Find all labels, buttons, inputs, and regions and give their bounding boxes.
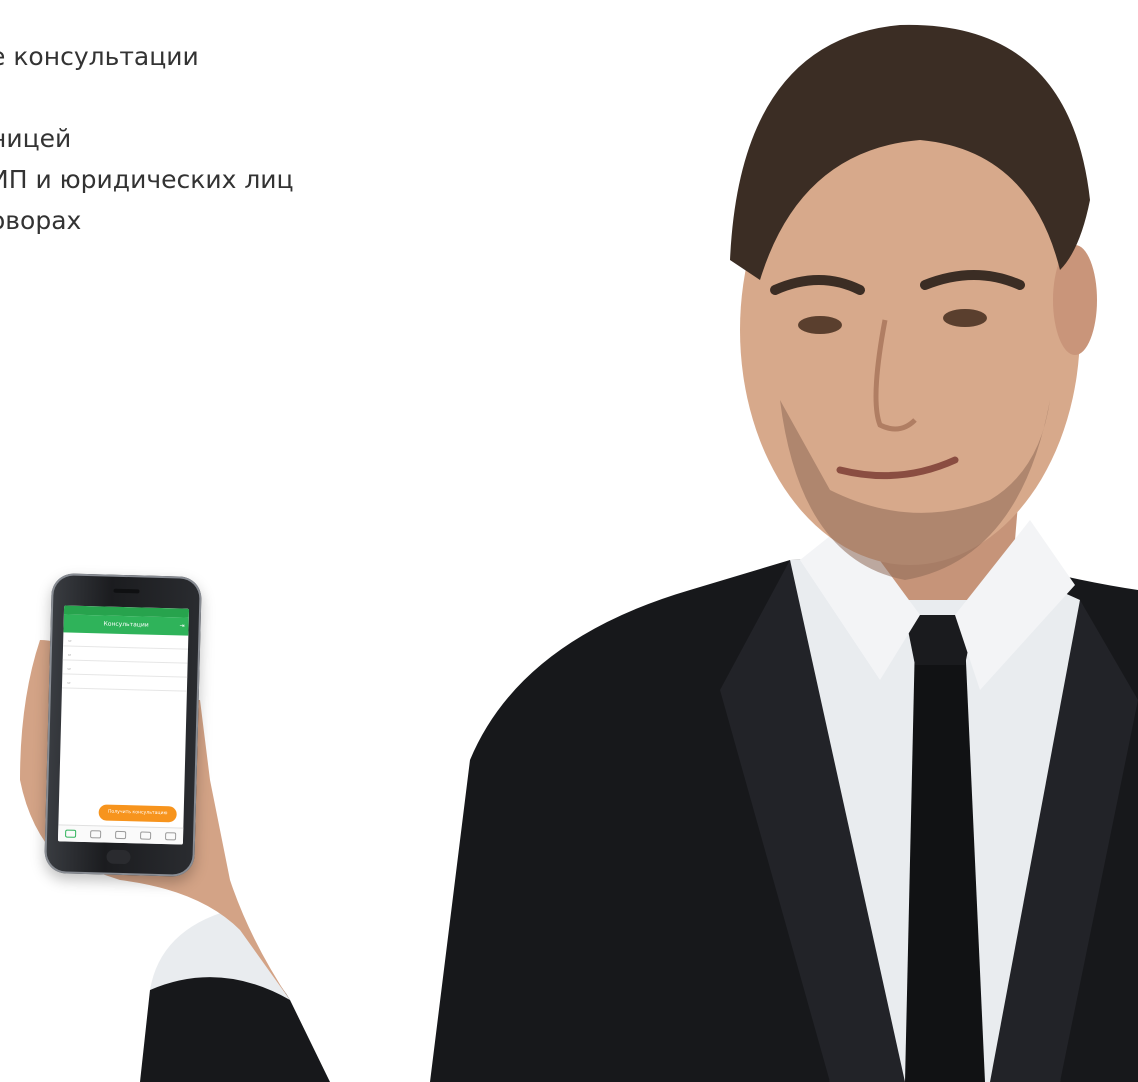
tab-mail-icon[interactable] bbox=[115, 830, 127, 840]
tab-question-icon[interactable] bbox=[90, 830, 102, 839]
message-icon: ▭ bbox=[68, 638, 72, 643]
consultation-card[interactable]: ▭ bbox=[61, 674, 188, 692]
message-icon: ▭ bbox=[67, 652, 72, 657]
phone-speaker bbox=[113, 588, 140, 594]
phone-tab-bar bbox=[57, 824, 184, 845]
app-header: Консультации ⇥ bbox=[63, 614, 189, 636]
app-title: Консультации bbox=[103, 620, 149, 629]
exit-icon[interactable]: ⇥ bbox=[179, 617, 185, 635]
tab-user-icon[interactable] bbox=[140, 831, 152, 840]
tab-chat-icon[interactable] bbox=[65, 829, 77, 838]
businessman-illustration bbox=[20, 24, 1138, 1082]
smartphone-mockup: Консультации ⇥ ▭ ▭ ▭ ▭ Получить консульт… bbox=[44, 573, 202, 877]
message-icon: ▭ bbox=[67, 680, 71, 685]
phone-screen: Консультации ⇥ ▭ ▭ ▭ ▭ Получить консульт… bbox=[57, 605, 190, 845]
phone-home-button bbox=[106, 849, 131, 865]
tab-more-icon[interactable] bbox=[165, 832, 177, 841]
promo-stage: е консультации ницей ИП и юридических ли… bbox=[0, 0, 1138, 1082]
get-consultation-button[interactable]: Получить консультацию bbox=[98, 804, 177, 823]
message-icon: ▭ bbox=[67, 666, 71, 671]
